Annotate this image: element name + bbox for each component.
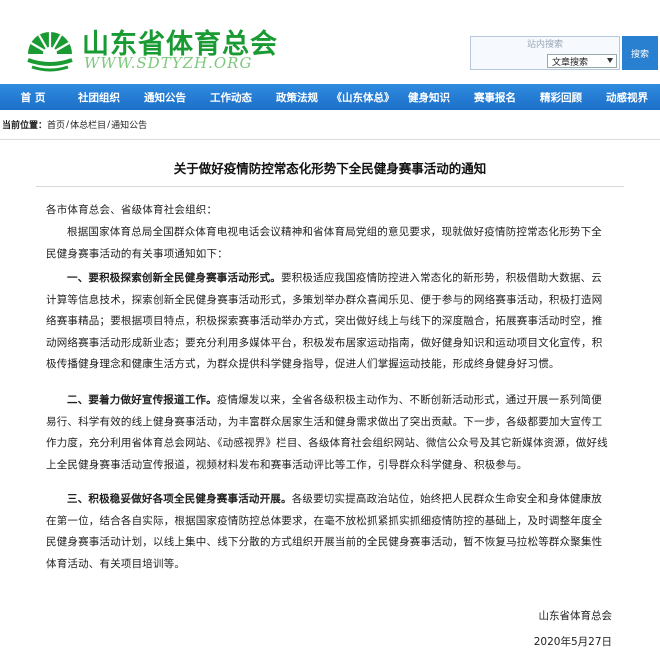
article-title: 关于做好疫情防控常态化形势下全民健身赛事活动的通知 (173, 161, 487, 176)
nav-item-magazine[interactable]: 《山东体总》 (330, 84, 396, 110)
main-nav: 首 页 社团组织 通知公告 工作动态 政策法规 《山东体总》 健身知识 赛事报名… (0, 84, 660, 110)
section-heading: 一、要积极探索创新全民健身赛事活动形式。 (67, 272, 281, 284)
breadcrumb-separator: / (66, 119, 70, 130)
site-url[interactable]: WWW.SDTYZH.ORG (84, 54, 252, 72)
section-heading: 二、要着力做好宣传报道工作。 (67, 394, 217, 406)
chevron-down-icon (607, 58, 613, 63)
breadcrumb-separator: / (107, 119, 111, 130)
article-date: 2020年5月27日 (533, 636, 612, 648)
article-intro: 根据国家体育总局全国群众体育电视电话会议精神和省体育局党组的意见要求，现就做好疫… (46, 226, 602, 260)
search-input[interactable] (471, 37, 619, 53)
nav-item-organizations[interactable]: 社团组织 (66, 84, 132, 110)
breadcrumb-prefix: 当前位置： (2, 121, 48, 131)
breadcrumb-section[interactable]: 体总栏目 (70, 118, 106, 131)
nav-item-highlights[interactable]: 精彩回顾 (528, 84, 594, 110)
article-section: 三、积极稳妥做好各项全民健身赛事活动开展。各级要切实提高政治站位，始终把人民群众… (46, 489, 610, 575)
nav-item-notices[interactable]: 通知公告 (132, 84, 198, 110)
article-section: 一、要积极探索创新全民健身赛事活动形式。要积极适应我国疫情防控进入常态化的新形势… (46, 268, 610, 376)
section-heading: 三、积极稳妥做好各项全民健身赛事活动开展。 (67, 493, 292, 505)
nav-item-policies[interactable]: 政策法规 (264, 84, 330, 110)
article-salutation: 各市体育总会、省级体育社会组织： (46, 204, 218, 216)
nav-item-work-news[interactable]: 工作动态 (198, 84, 264, 110)
article-signature: 山东省体育总会 (538, 610, 613, 622)
breadcrumb-current[interactable]: 通知公告 (111, 118, 147, 131)
breadcrumb: 当前位置： 首页 / 体总栏目 / 通知公告 (0, 110, 660, 140)
nav-item-home[interactable]: 首 页 (0, 84, 66, 110)
search-scope-value: 文章搜索 (552, 57, 589, 68)
search-box: 文章搜索 (470, 36, 620, 70)
breadcrumb-home[interactable]: 首页 (47, 118, 65, 131)
nav-item-fitness[interactable]: 健身知识 (396, 84, 462, 110)
nav-item-registration[interactable]: 赛事报名 (462, 84, 528, 110)
search-scope-select[interactable]: 文章搜索 (547, 54, 617, 68)
search-button[interactable]: 搜索 (622, 36, 658, 70)
nav-item-video[interactable]: 动感视界 (594, 84, 660, 110)
site-header: 山东省体育总会 WWW.SDTYZH.ORG 文章搜索 搜索 (0, 0, 660, 84)
section-text: 要积极适应我国疫情防控进入常态化的新形势，积极借助大数据、云计算等信息技术，探索… (46, 272, 603, 370)
title-divider (36, 186, 624, 187)
logo-icon[interactable] (22, 18, 78, 74)
article-section: 二、要着力做好宣传报道工作。疫情爆发以来，全省各级积极主动作为、不断创新活动形式… (46, 390, 610, 476)
